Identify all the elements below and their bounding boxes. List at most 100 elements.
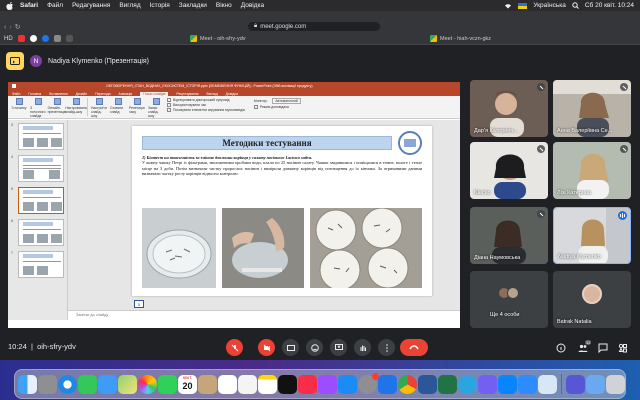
bookmark-hd[interactable]: HD [4,36,13,42]
preview-icon[interactable] [538,374,557,394]
launchpad-icon[interactable] [38,374,57,394]
ukraine-flag-icon[interactable] [518,2,528,9]
ppt-tab-file[interactable]: Файл [12,92,20,96]
recent-app-icon[interactable] [566,374,585,394]
activities-icon[interactable] [618,343,628,353]
spotlight-search-icon[interactable] [572,2,579,9]
ribbon-hide-slide[interactable]: Сховати слайд [110,98,126,114]
ribbon-online-present[interactable]: Онлайн-презентація [48,98,66,114]
messages-icon[interactable] [78,374,97,394]
menu-help[interactable]: Довідка [241,2,264,9]
chat-icon[interactable] [598,343,608,353]
ribbon-setup-show[interactable]: Настроїти слайд-шоу [91,98,107,118]
menu-view[interactable]: Вигляд [119,2,140,9]
info-icon[interactable] [556,343,566,353]
bookmark-youtube-icon[interactable] [17,35,25,42]
app-store-icon[interactable] [338,374,357,394]
check-media-controls[interactable]: Показувати елементи керування мультимеді… [167,108,245,112]
more-participants-tile[interactable]: Ще 4 особи [470,271,548,328]
slide-title[interactable]: Методики тестування [142,136,392,150]
menu-history[interactable]: Історія [150,2,170,9]
emoji-button[interactable] [306,339,323,356]
ribbon-record[interactable]: Запис слайд-шоу [148,98,164,118]
ribbon-rehearse[interactable]: Репетиція часу [129,98,145,114]
ppt-tab-home[interactable]: Головна [28,92,41,96]
freeform-icon[interactable] [238,374,257,394]
ppt-save-icon[interactable] [12,84,16,88]
participant-tile[interactable]: Batrak Natalia [553,271,631,328]
zoom-icon[interactable] [518,374,537,394]
ribbon-from-beginning[interactable]: З початку [11,98,27,110]
ribbon-custom-show[interactable]: Настроювана слайд-шоу [65,98,87,114]
system-settings-icon[interactable] [358,372,379,394]
measuring-photo[interactable] [222,208,304,288]
participant-tile-active-speaker[interactable]: Nadiya Klymenko [553,207,631,264]
apple-icon[interactable] [6,1,14,10]
slide-thumbnail-selected[interactable]: 5 [11,187,64,214]
captions-button[interactable] [282,339,299,356]
reminders-icon[interactable] [218,374,237,394]
current-slide[interactable]: Методики тестування 1) Біотест на токсич… [132,126,432,296]
calendar-icon[interactable]: КВІТ. 20 [178,374,197,394]
slide-thumbnail[interactable]: 7 [11,251,64,278]
telegram-icon[interactable] [458,374,477,394]
reload-icon[interactable]: ↻ [15,23,21,31]
bookmark-apple-icon[interactable] [53,35,61,42]
more-options-button[interactable] [378,339,395,356]
mail-icon[interactable] [98,374,117,394]
bookmark-facebook-icon[interactable] [41,35,49,42]
bookmark-google-icon[interactable] [29,35,37,42]
input-source-label[interactable]: Українська [533,2,566,9]
ppt-tab-review[interactable]: Рецензування [176,92,198,96]
present-now-button[interactable] [330,339,347,356]
downloads-folder-icon[interactable] [586,374,605,394]
contacts-icon[interactable] [198,374,217,394]
ribbon-from-current[interactable]: З поточного слайда [30,98,46,118]
participant-tile[interactable]: Дарʼя Катеринч... [470,80,548,137]
bluetooth-app-icon[interactable] [498,374,517,394]
chrome-icon[interactable] [398,374,417,394]
menu-window[interactable]: Вікно [216,2,232,9]
slide-body-text[interactable]: 1) Біотест на токсичність за зміною довж… [142,155,422,177]
slide-thumbnail[interactable]: 6 [11,219,64,246]
participant-tile[interactable]: Діана Наумовська [470,207,548,264]
ppt-tab-slideshow[interactable]: Показ слайдів [140,92,169,96]
safari-icon[interactable] [58,374,77,394]
ppt-tab-design[interactable]: Дизайн [76,92,87,96]
menubar-clock[interactable]: Сб 20 квіт. 10:24 [585,2,634,9]
camera-toggle-button[interactable] [258,339,275,356]
photos-icon[interactable] [138,374,157,394]
check-presenter-view[interactable]: Режим доповідача [253,105,301,109]
viber-icon[interactable] [478,374,497,394]
petri-dish-photo[interactable] [142,208,216,288]
ppt-tab-help[interactable]: Довідка [226,92,238,96]
raise-hand-button[interactable] [354,339,371,356]
maps-icon[interactable] [118,374,137,394]
menu-app-safari[interactable]: Safari [20,2,38,9]
slide-thumbnail[interactable]: 4 [11,155,64,182]
menu-file[interactable]: Файл [47,2,63,9]
monitor-select[interactable]: Монітор: Автоматичний [254,98,301,104]
word-icon[interactable] [418,374,437,394]
participant-tile[interactable]: Лізі Катерина [553,142,631,199]
mic-toggle-button[interactable] [226,339,243,356]
facetime-icon[interactable] [158,374,177,394]
ppt-tab-animations[interactable]: Анімація [119,92,133,96]
check-narrations[interactable]: Відтворювати дикторський супровід [167,98,245,102]
slide-thumbnail[interactable]: 3 [11,123,64,150]
bookmark-tab-icon[interactable] [65,35,73,42]
leave-call-button[interactable] [400,339,428,356]
presenting-toggle-button[interactable] [6,52,24,70]
forward-icon[interactable]: › [9,24,11,31]
tab-meet-oih[interactable]: Meet - oih-sfry-ydv [190,35,246,42]
excel-icon[interactable] [438,374,457,394]
wifi-icon[interactable] [504,2,512,9]
check-timings[interactable]: Використовувати час [167,103,245,107]
participant-tile[interactable]: Анна Валеріївна Се... [553,80,631,137]
menu-bookmarks[interactable]: Закладки [179,2,207,9]
menu-edit[interactable]: Редагування [72,2,110,9]
tab-meet-hiah[interactable]: Meet - hiah-vczn-gkz [430,35,491,42]
notes-icon[interactable] [258,374,277,394]
germination-photo[interactable] [310,208,422,288]
address-bar[interactable]: 🔒︎ meet.google.com [248,22,380,31]
